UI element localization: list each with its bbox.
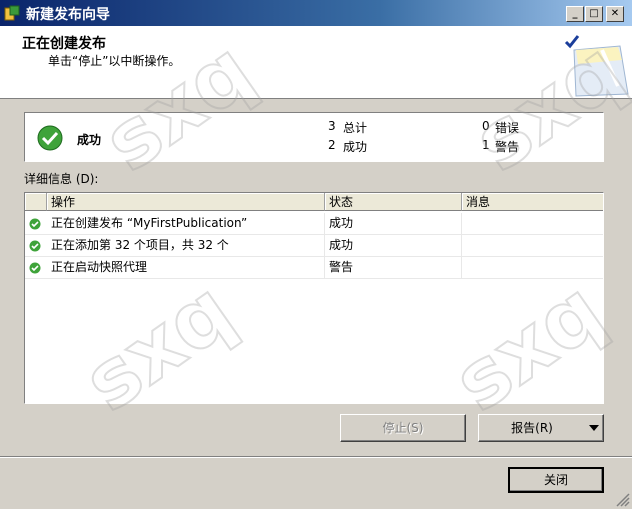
page-title: 正在创建发布 [22,36,106,52]
row-status: 警告 [325,257,462,278]
publication-wizard-graphic-icon [564,35,629,97]
close-window-button[interactable]: ✕ [606,6,624,22]
total-count: 3 [328,119,336,133]
details-grid[interactable]: 操作 状态 消息 正在创建发布 “MyFirstPublication” 成功 … [24,192,604,404]
total-label: 总计 [343,121,368,135]
minimize-button[interactable]: _ [566,6,584,22]
report-button[interactable]: 报告(R) [478,414,604,442]
page-subtitle: 单击“停止”以中断操作。 [48,54,181,68]
success-icon [29,240,41,252]
summary-panel: 成功 3 总计 2 成功 0 错误 1 警告 [24,112,604,162]
column-header-icon [25,193,47,211]
resize-grip-icon[interactable] [616,493,630,507]
row-message [462,257,603,278]
row-message [462,235,603,256]
table-row[interactable]: 正在添加第 32 个项目，共 32 个 成功 [25,235,603,257]
warning-label: 警告 [495,140,520,154]
footer-divider [0,456,632,458]
success-label: 成功 [343,140,368,154]
title-bar[interactable]: 新建发布向导 _ □ ✕ [0,0,632,26]
overall-status: 成功 [77,133,102,147]
success-check-icon [37,125,63,151]
row-action: 正在创建发布 “MyFirstPublication” [47,213,325,234]
table-row[interactable]: 正在启动快照代理 警告 [25,257,603,279]
row-status: 成功 [325,235,462,256]
success-icon [29,218,41,230]
success-icon [29,262,41,274]
success-count: 2 [328,138,336,152]
column-header-action[interactable]: 操作 [47,193,325,211]
error-label: 错误 [495,121,520,135]
row-message [462,213,603,234]
wizard-app-icon [4,5,20,21]
warning-count: 1 [482,138,490,152]
column-header-message[interactable]: 消息 [462,193,603,211]
row-action: 正在添加第 32 个项目，共 32 个 [47,235,325,256]
wizard-header: 正在创建发布 单击“停止”以中断操作。 [0,26,632,99]
close-button[interactable]: 关闭 [508,467,604,493]
window-title: 新建发布向导 [26,7,110,23]
maximize-button[interactable]: □ [585,6,603,22]
error-count: 0 [482,119,490,133]
row-status: 成功 [325,213,462,234]
dropdown-arrow-icon [589,425,599,431]
details-label: 详细信息 (D): [24,172,99,186]
table-row[interactable]: 正在创建发布 “MyFirstPublication” 成功 [25,213,603,235]
column-header-status[interactable]: 状态 [325,193,462,211]
row-action: 正在启动快照代理 [47,257,325,278]
stop-button[interactable]: 停止(S) [340,414,466,442]
report-button-label: 报告(R) [511,421,553,435]
